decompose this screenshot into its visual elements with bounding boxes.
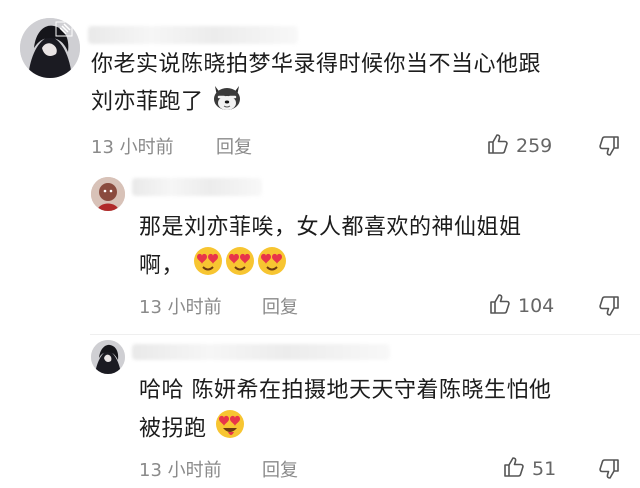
divider bbox=[90, 334, 640, 335]
like-count: 104 bbox=[518, 295, 555, 317]
comment-text-line-wrap: 被拐跑 bbox=[139, 408, 619, 451]
username-blurred[interactable] bbox=[132, 344, 390, 360]
comment-text-line: 被拐跑 bbox=[139, 416, 207, 442]
comment-text: 你老实说陈晓拍梦华录得时候你当不当心他跟 刘亦菲跑了 bbox=[91, 47, 631, 123]
heart-eyes-tongue-emoji bbox=[214, 408, 246, 451]
reply-button[interactable]: 回复 bbox=[262, 456, 298, 482]
thumbs-down-icon[interactable] bbox=[597, 134, 621, 162]
timestamp: 13 小时前 bbox=[91, 137, 174, 158]
thumbs-up-icon bbox=[486, 132, 510, 160]
reply-button[interactable]: 回复 bbox=[216, 133, 252, 159]
timestamp: 13 小时前 bbox=[139, 460, 222, 481]
like-button[interactable]: 104 bbox=[488, 292, 554, 320]
avatar-image bbox=[20, 18, 80, 78]
thumbs-down-icon[interactable] bbox=[597, 294, 621, 322]
avatar[interactable] bbox=[91, 177, 125, 211]
reply-button[interactable]: 回复 bbox=[262, 293, 298, 319]
comment-text-line: 哈哈 陈妍希在拍摄地天天守着陈晓生怕他 bbox=[139, 378, 552, 403]
username-blurred[interactable] bbox=[132, 178, 262, 196]
comment-text-line-wrap: 刘亦菲跑了 bbox=[91, 82, 631, 123]
avatar-image bbox=[91, 340, 125, 374]
comment-text-line: 刘亦菲跑了 bbox=[91, 89, 204, 115]
like-button[interactable]: 51 bbox=[502, 455, 556, 483]
avatar[interactable] bbox=[20, 18, 80, 78]
comment-text-line-wrap: 啊， bbox=[139, 245, 619, 288]
like-button[interactable]: 259 bbox=[486, 132, 552, 160]
dog-emoji bbox=[211, 82, 243, 123]
avatar-image bbox=[91, 177, 125, 211]
thumbs-up-icon bbox=[502, 455, 526, 483]
comment-text: 那是刘亦菲唉，女人都喜欢的神仙姐姐 啊， bbox=[139, 210, 619, 288]
thumbs-up-icon bbox=[488, 292, 512, 320]
username-blurred[interactable] bbox=[88, 26, 298, 44]
heart-eyes-emoji bbox=[192, 245, 288, 288]
like-count: 51 bbox=[532, 458, 557, 480]
like-count: 259 bbox=[516, 135, 553, 157]
comment-text-line: 啊， bbox=[139, 253, 185, 279]
avatar[interactable] bbox=[91, 340, 125, 374]
comment-text: 哈哈 陈妍希在拍摄地天天守着陈晓生怕他 被拐跑 bbox=[139, 373, 619, 451]
comment-text-line: 你老实说陈晓拍梦华录得时候你当不当心他跟 bbox=[91, 52, 542, 77]
comment-text-line: 那是刘亦菲唉，女人都喜欢的神仙姐姐 bbox=[139, 215, 522, 240]
thumbs-down-icon[interactable] bbox=[597, 457, 621, 485]
timestamp: 13 小时前 bbox=[139, 297, 222, 318]
